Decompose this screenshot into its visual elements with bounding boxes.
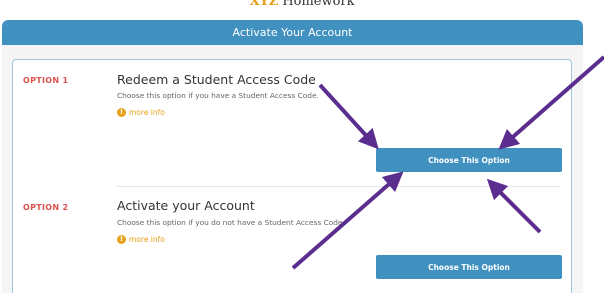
brand-prefix: XYZ	[249, 0, 279, 9]
option-1-more-info-link[interactable]: ! more info	[117, 108, 165, 117]
option-2-title: Activate your Account	[117, 198, 255, 213]
more-info-label: more info	[129, 235, 165, 244]
option-1-label: OPTION 1	[23, 76, 69, 85]
info-circle-icon: !	[117, 108, 126, 117]
option-divider	[117, 186, 561, 187]
option-2-choose-button[interactable]: Choose This Option	[376, 255, 562, 279]
activation-page: XYZ Homework Activate Your Account OPTION…	[0, 0, 604, 293]
more-info-label: more info	[129, 108, 165, 117]
option-2-label: OPTION 2	[23, 203, 69, 212]
option-1-title: Redeem a Student Access Code	[117, 72, 316, 87]
info-circle-icon: !	[117, 235, 126, 244]
option-2-more-info-link[interactable]: ! more info	[117, 235, 165, 244]
option-1-choose-button[interactable]: Choose This Option	[376, 148, 562, 172]
panel-header: Activate Your Account	[2, 20, 583, 45]
option-2-description: Choose this option if you do not have a …	[117, 218, 345, 227]
option-1-description: Choose this option if you have a Student…	[117, 91, 319, 100]
brand-name: Homework	[282, 0, 355, 9]
options-card: OPTION 1 Redeem a Student Access Code Ch…	[12, 59, 572, 293]
brand-logo: XYZ Homework	[0, 0, 604, 14]
